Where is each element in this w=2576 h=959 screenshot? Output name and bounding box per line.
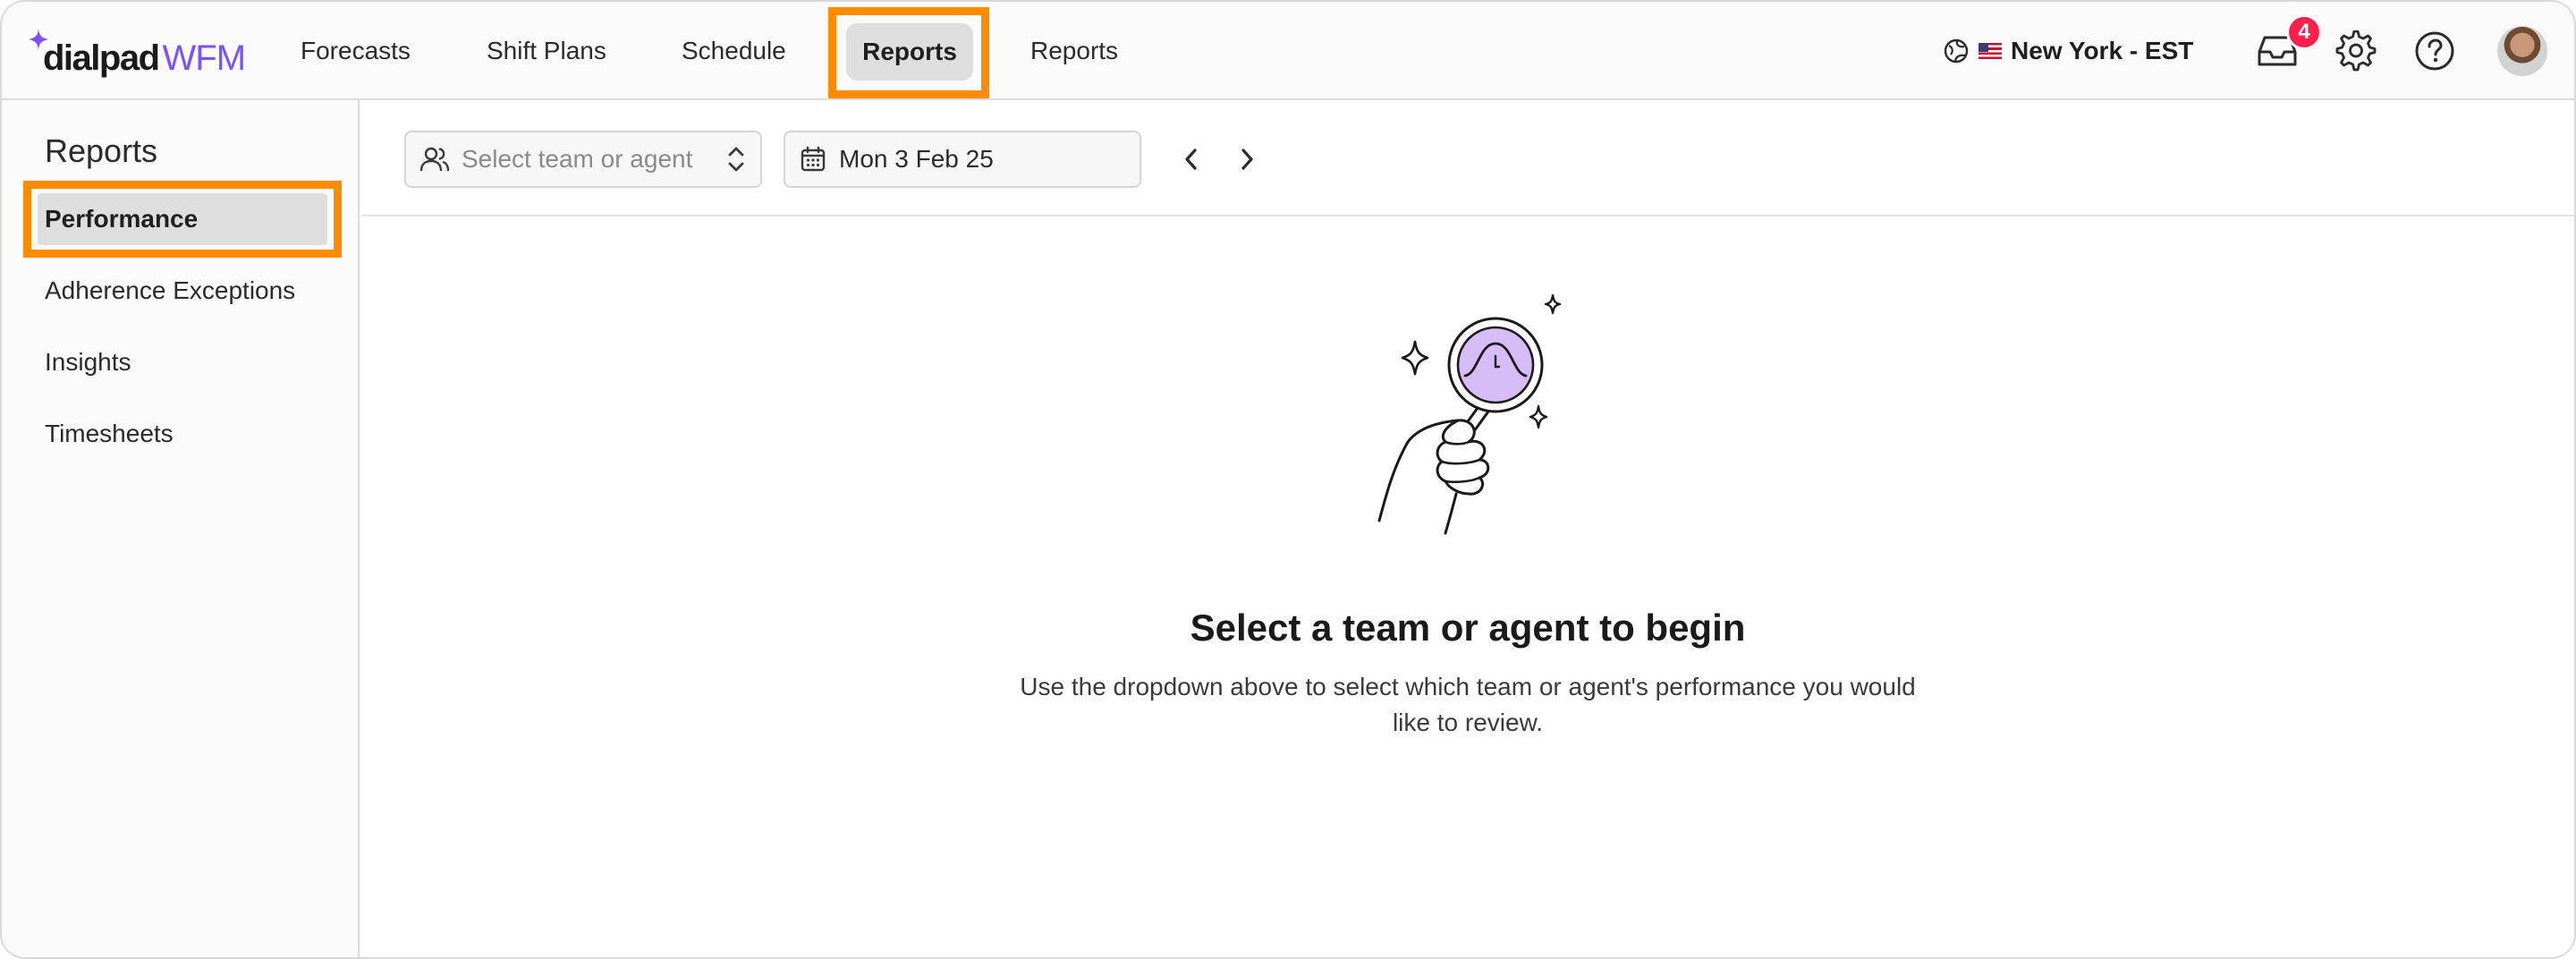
help-button[interactable] <box>2410 26 2460 76</box>
reports-sidebar: Reports Performance Adherence Exceptions… <box>2 100 360 957</box>
sparkle-icon <box>29 29 48 50</box>
highlight-box-performance <box>23 181 342 258</box>
report-toolbar: Select team or agent Mon 3 Feb 25 <box>361 100 2574 216</box>
next-date-button[interactable] <box>1231 143 1263 175</box>
date-picker-value: Mon 3 Feb 25 <box>839 145 994 173</box>
chevron-left-icon <box>1185 149 1197 170</box>
nav-reports-secondary[interactable]: Reports <box>1030 2 1118 100</box>
magnifier-hand-illustration <box>1377 293 1562 535</box>
nav-schedule[interactable]: Schedule <box>682 2 786 100</box>
timezone-label: New York - EST <box>2011 37 2194 64</box>
logo-text-dialpad: dialpad <box>43 38 160 78</box>
user-avatar[interactable] <box>2497 26 2547 76</box>
sidebar-item-insights[interactable]: Insights <box>45 336 131 388</box>
empty-state-title: Select a team or agent to begin <box>1190 607 1746 649</box>
sidebar-item-adherence-exceptions[interactable]: Adherence Exceptions <box>45 265 295 317</box>
settings-button[interactable] <box>2331 26 2381 76</box>
calendar-icon <box>801 146 826 172</box>
highlight-box-nav-reports <box>828 7 989 98</box>
gear-icon <box>2335 30 2377 72</box>
nav-forecasts[interactable]: Forecasts <box>301 2 411 100</box>
help-icon <box>2415 31 2454 71</box>
team-agent-select-placeholder: Select team or agent <box>462 145 693 173</box>
app-window: dialpad WFM Forecasts Shift Plans Schedu… <box>0 0 2576 959</box>
previous-date-button[interactable] <box>1175 143 1208 175</box>
sidebar-title: Reports <box>45 132 158 169</box>
chevron-right-icon <box>1241 149 1253 170</box>
sidebar-item-timesheets[interactable]: Timesheets <box>45 408 174 460</box>
notification-count-badge: 4 <box>2286 14 2322 50</box>
logo-text-wfm: WFM <box>162 38 247 78</box>
timezone-selector[interactable]: New York - EST <box>1943 2 2193 100</box>
chevron-up-down-icon <box>728 147 744 172</box>
main-content: Select team or agent Mon 3 Feb 25 Select… <box>361 100 2574 957</box>
team-agent-select[interactable]: Select team or agent <box>404 131 762 188</box>
top-navigation-bar: dialpad WFM Forecasts Shift Plans Schedu… <box>2 2 2574 100</box>
users-icon <box>420 147 449 172</box>
dialpad-wfm-logo[interactable]: dialpad WFM <box>29 25 247 79</box>
us-flag-icon <box>1979 43 2002 59</box>
nav-shift-plans[interactable]: Shift Plans <box>487 2 606 100</box>
date-picker[interactable]: Mon 3 Feb 25 <box>784 131 1141 188</box>
empty-state-description: Use the dropdown above to select which t… <box>1020 673 1916 736</box>
globe-icon <box>1944 38 1969 64</box>
